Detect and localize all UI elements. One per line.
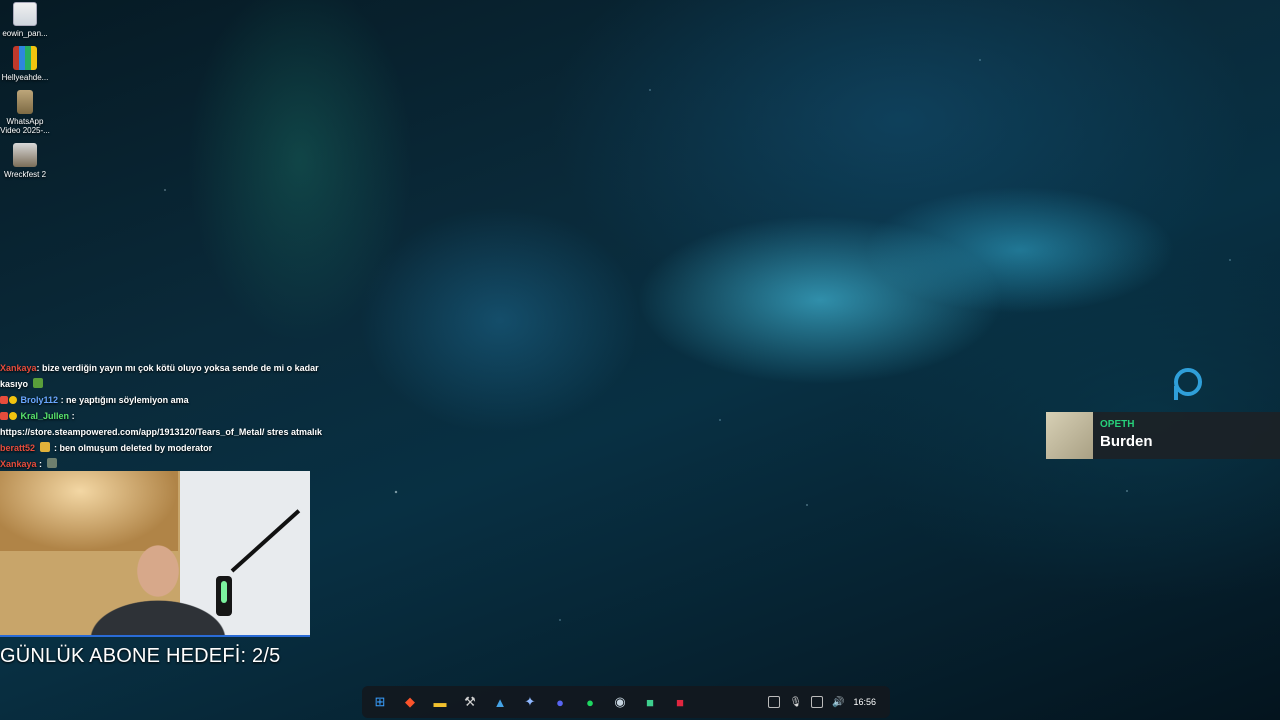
now-playing-artist: OPETH bbox=[1100, 418, 1135, 430]
chat-username: Xankaya bbox=[0, 459, 37, 469]
discord-icon[interactable]: ● bbox=[548, 690, 572, 714]
desktop-icon-label: Wreckfest 2 bbox=[3, 170, 47, 179]
chat-username: beratt52 bbox=[0, 443, 36, 453]
album-art bbox=[1046, 412, 1093, 459]
chat-line: Xankaya : bbox=[0, 456, 340, 472]
brave-browser-icon[interactable]: ◆ bbox=[398, 690, 422, 714]
microphone-tray-icon[interactable]: 🎙 bbox=[789, 697, 802, 708]
generic-file-icon bbox=[13, 2, 37, 26]
file-explorer-icon[interactable]: ▬ bbox=[428, 690, 452, 714]
mic-arm bbox=[230, 509, 301, 573]
subscriber-badge-icon bbox=[9, 396, 17, 404]
clock[interactable]: 16:56 bbox=[853, 697, 884, 707]
chat-message: https://store.steampowered.com/app/19131… bbox=[0, 427, 322, 437]
chat-line: Broly112 : ne yaptığını söylemiyon ama bbox=[0, 392, 340, 408]
moderator-badge-icon bbox=[0, 412, 8, 420]
map-pin-icon bbox=[1174, 368, 1202, 400]
windows-start-icon[interactable]: ⊞ bbox=[368, 690, 392, 714]
steam-icon[interactable]: ◉ bbox=[608, 690, 632, 714]
now-playing-song: Burden bbox=[1100, 432, 1153, 450]
media-app-icon[interactable]: ■ bbox=[668, 690, 692, 714]
chat-message: : bize verdiğin yayın mı çok kötü oluyo … bbox=[36, 363, 319, 373]
chat-message: : ne yaptığını söylemiyon ama bbox=[60, 395, 189, 405]
taskbar: ⊞ ◆ ▬ ⚒ ▲ ✦ ● ● ◉ ■ ■ 🎙 🔊 16:56 bbox=[362, 686, 890, 718]
now-playing-widget: OPETH Burden bbox=[1046, 412, 1280, 459]
desktop-icon-label: Hellyeahde... bbox=[1, 73, 49, 82]
hammer-tool-icon[interactable]: ⚒ bbox=[458, 690, 482, 714]
streamer bbox=[88, 531, 228, 635]
desktop-icon-hellyeah[interactable]: Hellyeahde... bbox=[0, 46, 50, 82]
photos-icon[interactable]: ▲ bbox=[488, 690, 512, 714]
chat-app-icon[interactable]: ■ bbox=[638, 690, 662, 714]
moderator-badge-icon bbox=[0, 396, 8, 404]
chat-username: Kral_Jullen bbox=[20, 411, 70, 421]
mic-light bbox=[221, 581, 227, 603]
desktop-icon-wreckfest[interactable]: Wreckfest 2 bbox=[0, 143, 50, 179]
desktop-icon-label: eowin_pan... bbox=[2, 29, 48, 38]
chat-line: https://store.steampowered.com/app/19131… bbox=[0, 424, 340, 440]
desktop-icon-whatsapp-video[interactable]: WhatsApp Video 2025-... bbox=[0, 90, 50, 135]
subscriber-goal: GÜNLÜK ABONE HEDEFİ: 2/5 bbox=[0, 645, 281, 667]
webcam-feed bbox=[0, 471, 310, 637]
emote-icon bbox=[32, 378, 43, 388]
spotify-icon[interactable]: ● bbox=[578, 690, 602, 714]
chat-username: Xankaya bbox=[0, 363, 37, 373]
qr-icon[interactable] bbox=[768, 696, 781, 708]
chat-message: : ben olmuşum deleted by moderator bbox=[54, 443, 213, 453]
stream-chat-overlay: Xankaya: bize verdiğin yayın mı çok kötü… bbox=[0, 360, 340, 472]
chat-message: : bbox=[39, 459, 43, 469]
desktop-icon-eowin[interactable]: eowin_pan... bbox=[0, 2, 50, 38]
display-icon[interactable] bbox=[811, 696, 824, 708]
emote-icon bbox=[39, 442, 50, 452]
winrar-icon bbox=[13, 46, 37, 70]
settings-gear-icon[interactable]: ✦ bbox=[518, 690, 542, 714]
taskbar-apps: ⊞ ◆ ▬ ⚒ ▲ ✦ ● ● ◉ ■ ■ bbox=[368, 690, 692, 714]
chat-username: Broly112 bbox=[20, 395, 59, 405]
desktop-icon-label: WhatsApp Video 2025-... bbox=[0, 117, 50, 135]
game-icon bbox=[13, 143, 37, 167]
subscriber-badge-icon bbox=[9, 412, 17, 420]
chat-line: Xankaya: bize verdiğin yayın mı çok kötü… bbox=[0, 360, 340, 376]
chat-line: beratt52 : ben olmuşum deleted by modera… bbox=[0, 440, 340, 456]
video-file-icon bbox=[17, 90, 33, 114]
chat-message: kasıyo bbox=[0, 379, 29, 389]
chat-line: Kral_Jullen : bbox=[0, 408, 340, 424]
emote-icon bbox=[46, 458, 57, 468]
chat-message: : bbox=[71, 411, 75, 421]
system-tray: 🎙 🔊 16:56 bbox=[768, 696, 884, 708]
chat-line: kasıyo bbox=[0, 376, 340, 392]
desktop-icons: eowin_pan... Hellyeahde... WhatsApp Vide… bbox=[0, 2, 50, 187]
volume-icon[interactable]: 🔊 bbox=[832, 697, 844, 708]
